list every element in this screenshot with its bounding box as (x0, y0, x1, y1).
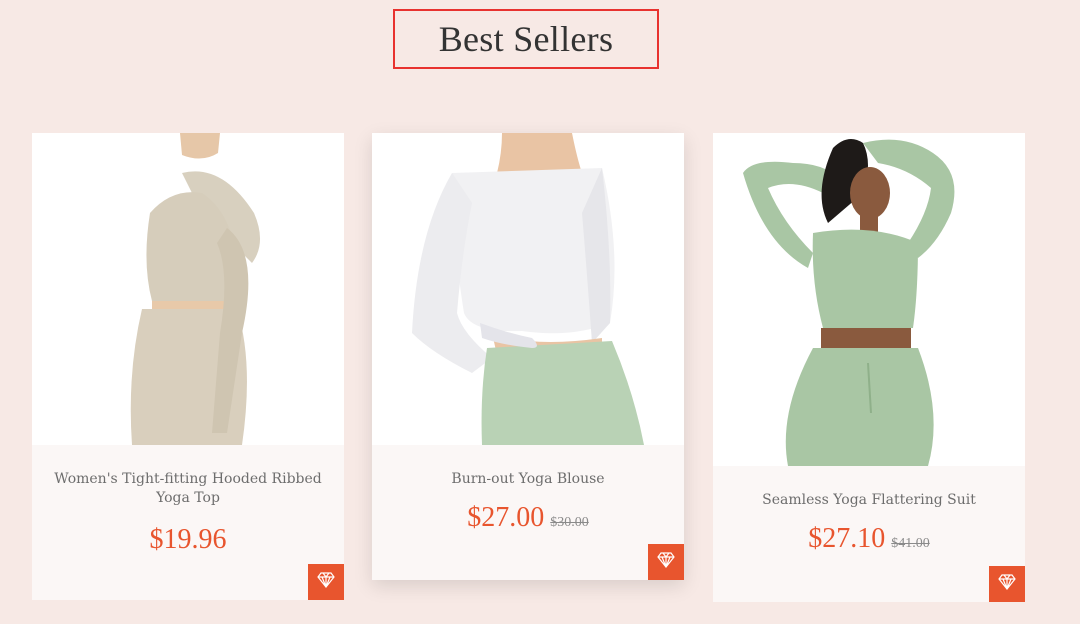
diamond-icon (998, 574, 1016, 594)
price-row-1: $19.96 (32, 524, 344, 556)
diamond-icon (317, 572, 335, 592)
product-image-2[interactable] (372, 133, 684, 445)
product-old-price-2: $30.00 (550, 515, 589, 530)
wishlist-button-1[interactable] (308, 564, 344, 600)
product-card-1[interactable]: Women's Tight-fitting Hooded Ribbed Yoga… (32, 133, 344, 600)
section-title-box: Best Sellers (393, 9, 659, 69)
product-old-price-3: $41.00 (891, 536, 930, 551)
product-price-1: $19.96 (149, 524, 227, 555)
product-image-1[interactable] (32, 133, 344, 445)
product-name-3[interactable]: Seamless Yoga Flattering Suit (713, 491, 1025, 510)
product-card-2[interactable]: Burn-out Yoga Blouse $27.00 $30.00 (372, 133, 684, 580)
price-row-2: $27.00 $30.00 (372, 502, 684, 534)
diamond-icon (657, 552, 675, 572)
section-title: Best Sellers (438, 19, 614, 59)
price-row-3: $27.10 $41.00 (713, 523, 1025, 555)
wishlist-button-3[interactable] (989, 566, 1025, 602)
product-card-3[interactable]: Seamless Yoga Flattering Suit $27.10 $41.… (713, 133, 1025, 602)
product-name-2[interactable]: Burn-out Yoga Blouse (372, 470, 684, 489)
product-price-2: $27.00 (467, 502, 545, 533)
wishlist-button-2[interactable] (648, 544, 684, 580)
product-image-3[interactable] (713, 133, 1025, 466)
product-name-1[interactable]: Women's Tight-fitting Hooded Ribbed Yoga… (32, 470, 344, 508)
product-price-3: $27.10 (808, 523, 886, 554)
